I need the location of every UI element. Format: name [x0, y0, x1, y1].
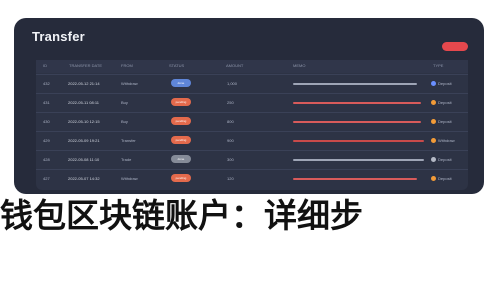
row-from: Withdraw [121, 176, 138, 181]
row-amount: 250 [227, 100, 234, 105]
row-id: 429 [43, 138, 50, 143]
status-badge: pending [171, 98, 191, 106]
memo-bar [293, 102, 421, 104]
header-status[interactable]: STATUS [169, 63, 184, 68]
row-type: Deposit [438, 100, 452, 105]
status-badge: pending [171, 117, 191, 125]
memo-bar [293, 140, 424, 142]
header-amount[interactable]: AMOUNT [226, 63, 243, 68]
type-dot-icon [431, 157, 436, 162]
transfer-panel: Transfer ID TRANSFER DATE FROM STATUS AM… [14, 18, 484, 194]
status-badge: done [171, 79, 191, 87]
row-type: Deposit [438, 81, 452, 86]
transfer-table: ID TRANSFER DATE FROM STATUS AMOUNT MEMO… [36, 60, 468, 190]
row-amount: 300 [227, 157, 234, 162]
memo-bar [293, 83, 417, 85]
table-row[interactable]: 432 2022-05-12 21:14 Withdraw done 1,000… [36, 74, 468, 94]
header-from[interactable]: FROM [121, 63, 133, 68]
type-dot-icon [431, 119, 436, 124]
row-from: Buy [121, 100, 128, 105]
row-from: Transfer [121, 138, 136, 143]
table-row[interactable]: 428 2022-05-08 11:10 Trade done 300 Depo… [36, 150, 468, 170]
status-badge: pending [171, 136, 191, 144]
memo-bar [293, 159, 424, 161]
type-dot-icon [431, 176, 436, 181]
header-type[interactable]: TYPE [433, 63, 443, 68]
table-header: ID TRANSFER DATE FROM STATUS AMOUNT MEMO… [36, 60, 468, 73]
table-row[interactable]: 431 2022-05-11 08:11 Buy pending 250 Dep… [36, 93, 468, 113]
status-badge: done [171, 155, 191, 163]
row-type: Deposit [438, 176, 452, 181]
row-from: Buy [121, 119, 128, 124]
row-from: Trade [121, 157, 132, 162]
header-date[interactable]: TRANSFER DATE [69, 63, 102, 68]
row-id: 432 [43, 81, 50, 86]
row-type: Withdraw [438, 138, 455, 143]
row-date: 2022-05-10 12:15 [68, 119, 100, 124]
header-id[interactable]: ID [43, 63, 47, 68]
row-date: 2022-05-07 14:32 [68, 176, 100, 181]
row-amount: 120 [227, 176, 234, 181]
row-date: 2022-05-12 21:14 [68, 81, 100, 86]
table-row[interactable]: 429 2022-05-09 19:21 Transfer pending 90… [36, 131, 468, 151]
page-title: Transfer [32, 29, 85, 44]
type-dot-icon [431, 100, 436, 105]
type-dot-icon [431, 81, 436, 86]
row-date: 2022-05-08 11:10 [68, 157, 100, 162]
row-type: Deposit [438, 119, 452, 124]
row-id: 430 [43, 119, 50, 124]
memo-bar [293, 121, 421, 123]
header-memo[interactable]: MEMO [293, 63, 305, 68]
row-type: Deposit [438, 157, 452, 162]
row-from: Withdraw [121, 81, 138, 86]
row-date: 2022-05-11 08:11 [68, 100, 99, 105]
row-amount: 800 [227, 119, 234, 124]
status-badge: pending [171, 174, 191, 182]
row-id: 431 [43, 100, 50, 105]
row-amount: 900 [227, 138, 234, 143]
banner-caption: 钱包区块链账户：详细步 [0, 197, 363, 235]
row-date: 2022-05-09 19:21 [68, 138, 100, 143]
row-id: 427 [43, 176, 50, 181]
table-row[interactable]: 427 2022-05-07 14:32 Withdraw pending 12… [36, 169, 468, 189]
new-transfer-button[interactable] [442, 42, 468, 51]
type-dot-icon [431, 138, 436, 143]
row-id: 428 [43, 157, 50, 162]
row-amount: 1,000 [227, 81, 238, 86]
memo-bar [293, 178, 417, 180]
table-row[interactable]: 430 2022-05-10 12:15 Buy pending 800 Dep… [36, 112, 468, 132]
